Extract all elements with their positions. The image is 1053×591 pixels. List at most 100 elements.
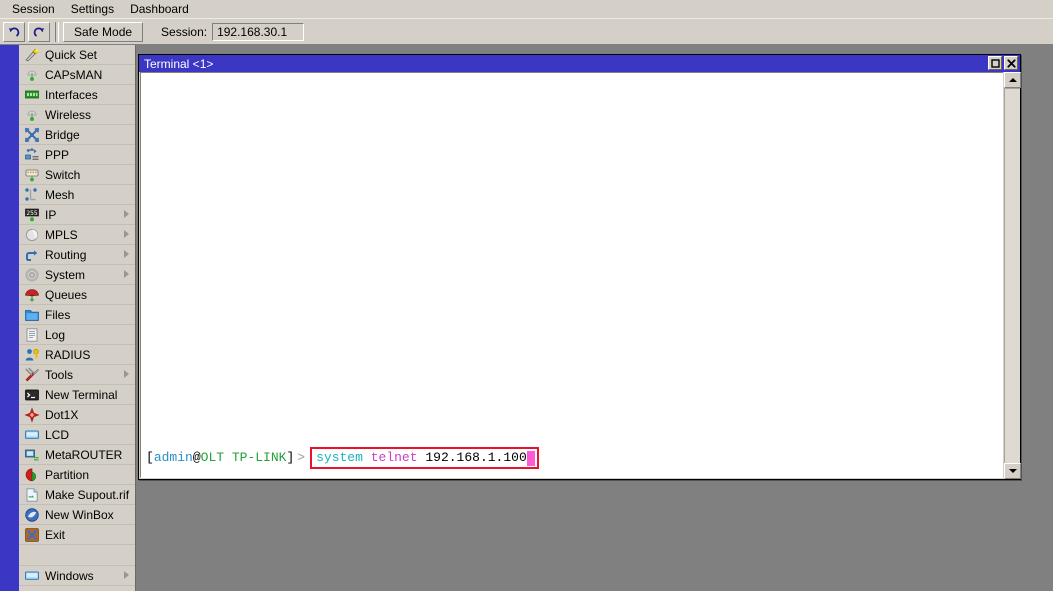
log-icon bbox=[23, 327, 40, 343]
sidebar-item-label: PPP bbox=[45, 148, 69, 162]
sidebar-item-mesh[interactable]: Mesh bbox=[19, 185, 135, 205]
sidebar-item-label: Wireless bbox=[45, 108, 91, 122]
undo-button[interactable] bbox=[3, 22, 25, 42]
terminal-output-area[interactable]: [admin@OLT TP-LINK]> system telnet 192.1… bbox=[140, 72, 1003, 478]
dot1x-icon bbox=[23, 407, 40, 423]
quickset-wand-icon bbox=[23, 47, 40, 63]
system-gear-icon bbox=[23, 267, 40, 283]
tools-wrench-icon bbox=[23, 367, 40, 383]
sidebar-item-label: Windows bbox=[45, 569, 94, 583]
folder-icon bbox=[23, 307, 40, 323]
sidebar-item-exit[interactable]: Exit bbox=[19, 525, 135, 545]
metarouter-icon bbox=[23, 447, 40, 463]
terminal-scrollbar[interactable] bbox=[1003, 72, 1020, 479]
terminal-window: Terminal <1> [admin@OLT TP-LINK]> bbox=[138, 54, 1021, 480]
sidebar-item-label: System bbox=[45, 268, 85, 282]
sidebar-item-new-winbox[interactable]: New WinBox bbox=[19, 505, 135, 525]
terminal-title-bar[interactable]: Terminal <1> bbox=[139, 55, 1020, 72]
radius-user-key-icon bbox=[23, 347, 40, 363]
mesh-icon bbox=[23, 187, 40, 203]
sidebar-item-label: Routing bbox=[45, 248, 86, 262]
sidebar-item-capsman[interactable]: CAPsMAN bbox=[19, 65, 135, 85]
sidebar-item-switch[interactable]: Switch bbox=[19, 165, 135, 185]
sidebar-item-ppp[interactable]: PPP bbox=[19, 145, 135, 165]
routing-icon bbox=[23, 247, 40, 263]
sidebar-spacer bbox=[19, 545, 135, 566]
sidebar-menu: Quick Set CAPsMAN Interfaces Wireless Bridge… bbox=[19, 45, 136, 591]
scrollbar-track[interactable] bbox=[1004, 88, 1020, 463]
sidebar-item-new-terminal[interactable]: New Terminal bbox=[19, 385, 135, 405]
sidebar-item-label: CAPsMAN bbox=[45, 68, 102, 82]
sidebar-item-mpls[interactable]: MPLS bbox=[19, 225, 135, 245]
supout-icon bbox=[23, 487, 40, 503]
exit-icon bbox=[23, 527, 40, 543]
safe-mode-button[interactable]: Safe Mode bbox=[63, 22, 143, 42]
close-icon bbox=[1007, 59, 1016, 68]
sidebar-item-label: Exit bbox=[45, 528, 65, 542]
sidebar-item-windows[interactable]: Windows bbox=[19, 566, 135, 586]
sidebar-item-lcd[interactable]: LCD bbox=[19, 425, 135, 445]
sidebar-item-metarouter[interactable]: MetaROUTER bbox=[19, 445, 135, 465]
prompt-close-bracket: ] bbox=[286, 450, 294, 466]
queues-icon bbox=[23, 287, 40, 303]
sidebar-item-label: Tools bbox=[45, 368, 73, 382]
bridge-icon bbox=[23, 127, 40, 143]
lcd-screen-icon bbox=[23, 427, 40, 443]
svg-text:255: 255 bbox=[26, 209, 37, 216]
maximize-button[interactable] bbox=[988, 56, 1002, 70]
antenna-icon bbox=[23, 67, 40, 83]
sidebar-item-log[interactable]: Log bbox=[19, 325, 135, 345]
sidebar-item-files[interactable]: Files bbox=[19, 305, 135, 325]
menu-settings[interactable]: Settings bbox=[63, 1, 122, 17]
scroll-down-button[interactable] bbox=[1004, 463, 1021, 479]
scroll-up-button[interactable] bbox=[1004, 72, 1021, 88]
sidebar-item-system[interactable]: System bbox=[19, 265, 135, 285]
sidebar-item-bridge[interactable]: Bridge bbox=[19, 125, 135, 145]
menu-dashboard[interactable]: Dashboard bbox=[122, 1, 197, 17]
chevron-right-icon bbox=[124, 270, 129, 278]
command-argument-ip: 192.168.1.100 bbox=[425, 450, 526, 466]
sidebar-item-label: Bridge bbox=[45, 128, 80, 142]
sidebar-item-label: Quick Set bbox=[45, 48, 97, 62]
sidebar-item-dot1x[interactable]: Dot1X bbox=[19, 405, 135, 425]
command-word-system: system bbox=[316, 450, 363, 466]
antenna-icon bbox=[23, 107, 40, 123]
title-bar-buttons bbox=[988, 56, 1018, 70]
chevron-right-icon bbox=[124, 210, 129, 218]
session-address-field[interactable]: 192.168.30.1 bbox=[212, 23, 304, 41]
prompt-at-sign: @ bbox=[193, 450, 201, 466]
sidebar-item-label: RADIUS bbox=[45, 348, 90, 362]
sidebar-item-label: Interfaces bbox=[45, 88, 98, 102]
redo-arrow-icon bbox=[32, 25, 46, 39]
terminal-prompt-line: [admin@OLT TP-LINK]> system telnet 192.1… bbox=[146, 447, 539, 469]
sidebar-item-radius[interactable]: RADIUS bbox=[19, 345, 135, 365]
prompt-username: admin bbox=[154, 450, 193, 466]
chevron-right-icon bbox=[124, 571, 129, 579]
sidebar-item-routing[interactable]: Routing bbox=[19, 245, 135, 265]
sidebar-item-partition[interactable]: Partition bbox=[19, 465, 135, 485]
prompt-hostname: OLT TP-LINK bbox=[201, 450, 287, 466]
sidebar-item-interfaces[interactable]: Interfaces bbox=[19, 85, 135, 105]
mpls-icon bbox=[23, 227, 40, 243]
close-button[interactable] bbox=[1004, 56, 1018, 70]
menu-session[interactable]: Session bbox=[4, 1, 63, 17]
winbox-brand-strip: WinBox bbox=[0, 45, 19, 591]
sidebar-item-queues[interactable]: Queues bbox=[19, 285, 135, 305]
prompt-symbol: > bbox=[294, 450, 308, 466]
sidebar-item-ip[interactable]: 255IP bbox=[19, 205, 135, 225]
scroll-up-arrow-icon bbox=[1009, 78, 1017, 82]
sidebar-item-label: Switch bbox=[45, 168, 80, 182]
menu-bar: Session Settings Dashboard bbox=[0, 0, 1053, 18]
ppp-icon bbox=[23, 147, 40, 163]
sidebar-item-wireless[interactable]: Wireless bbox=[19, 105, 135, 125]
chevron-right-icon bbox=[124, 370, 129, 378]
switch-icon bbox=[23, 167, 40, 183]
lcd-screen-icon bbox=[23, 568, 40, 584]
scroll-down-arrow-icon bbox=[1009, 469, 1017, 473]
toolbar: Safe Mode Session: 192.168.30.1 bbox=[0, 18, 1053, 44]
sidebar-item-quick-set[interactable]: Quick Set bbox=[19, 45, 135, 65]
redo-button[interactable] bbox=[28, 22, 50, 42]
sidebar-item-tools[interactable]: Tools bbox=[19, 365, 135, 385]
terminal-icon bbox=[23, 387, 40, 403]
sidebar-item-make-supout-rif[interactable]: Make Supout.rif bbox=[19, 485, 135, 505]
